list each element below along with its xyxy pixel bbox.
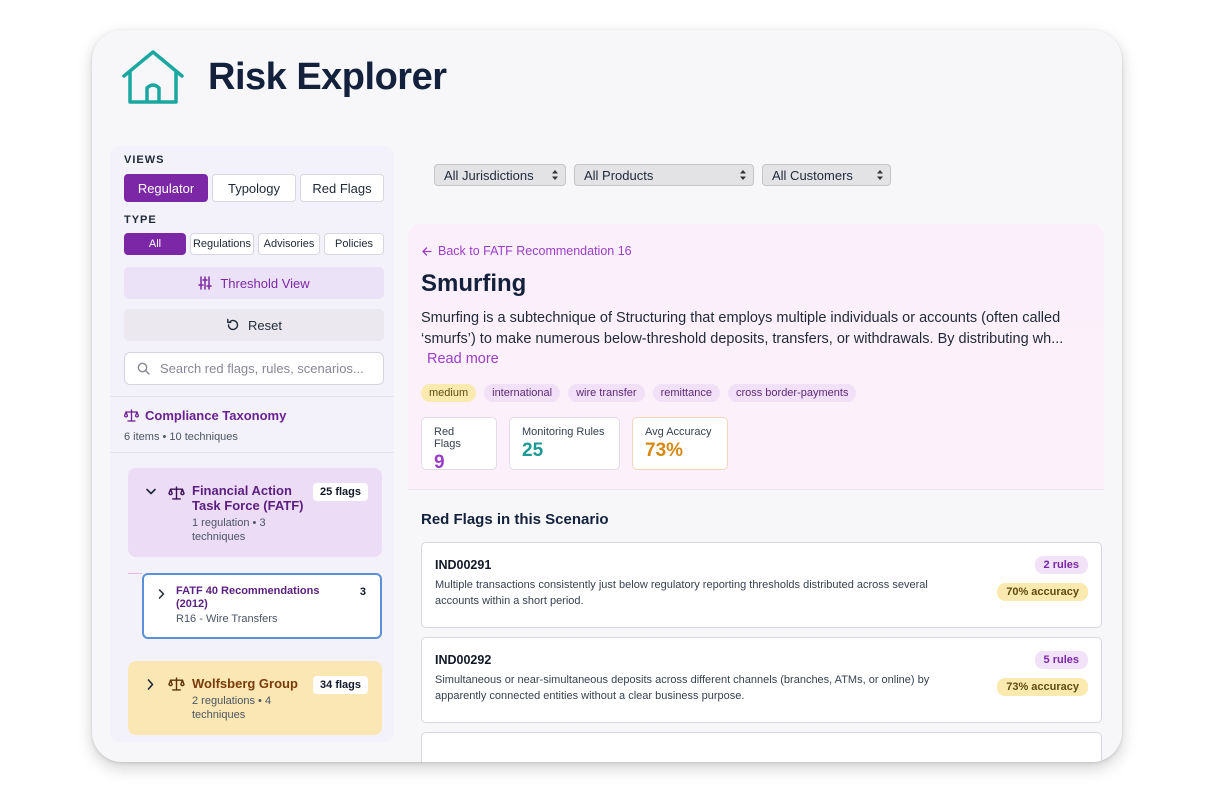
type-label: TYPE bbox=[124, 214, 157, 226]
reset-button[interactable]: Reset bbox=[124, 309, 384, 341]
threshold-view-button[interactable]: Threshold View bbox=[124, 267, 384, 299]
jurisdiction-value: All Jurisdictions bbox=[444, 167, 534, 183]
red-flag-card[interactable] bbox=[421, 732, 1102, 762]
tag: international bbox=[484, 384, 561, 402]
tag: cross border-payments bbox=[727, 384, 857, 402]
tree-connector bbox=[128, 573, 142, 574]
scenario-detail-panel: Back to FATF Recommendation 16 Smurfing … bbox=[408, 224, 1104, 489]
group-wolfsberg[interactable]: Wolfsberg Group 2 regulations • 4 techni… bbox=[128, 661, 382, 735]
rules-badge: 5 rules bbox=[1034, 651, 1088, 669]
sidebar: VIEWS Regulator Typology Red Flags TYPE … bbox=[110, 146, 394, 742]
stats-row: Red Flags 9 Monitoring Rules 25 Avg Accu… bbox=[421, 417, 728, 473]
reset-label: Reset bbox=[248, 317, 282, 333]
group-fatf[interactable]: Financial Action Task Force (FATF) 1 reg… bbox=[128, 468, 382, 557]
divider bbox=[110, 396, 394, 397]
red-flag-description: Multiple transactions consistently just … bbox=[435, 579, 928, 607]
products-value: All Products bbox=[584, 167, 654, 183]
accuracy-badge: 73% accuracy bbox=[997, 678, 1088, 696]
flags-badge: 25 flags bbox=[313, 483, 368, 501]
select-arrows-icon bbox=[552, 170, 558, 180]
red-flag-id: IND00291 bbox=[435, 558, 492, 572]
sliders-icon bbox=[198, 276, 213, 290]
scenario-description: Smurfing is a subtechnique of Structurin… bbox=[421, 310, 1064, 347]
chevron-right-icon[interactable] bbox=[158, 589, 165, 599]
red-flag-card[interactable]: IND00292 Simultaneous or near-simultaneo… bbox=[421, 637, 1102, 723]
jurisdiction-select[interactable]: All Jurisdictions bbox=[434, 164, 566, 186]
red-flags-heading: Red Flags in this Scenario bbox=[421, 511, 609, 528]
back-link-label: Back to FATF Recommendation 16 bbox=[438, 244, 632, 258]
flags-badge: 34 flags bbox=[313, 676, 368, 694]
select-arrows-icon bbox=[740, 170, 746, 180]
red-flag-description: Simultaneous or near-simultaneous deposi… bbox=[435, 674, 930, 702]
tag: remittance bbox=[652, 384, 720, 402]
scenario-title: Smurfing bbox=[421, 270, 527, 297]
chevron-down-icon[interactable] bbox=[146, 488, 156, 496]
view-typology-button[interactable]: Typology bbox=[212, 174, 296, 202]
taxonomy-title: Compliance Taxonomy bbox=[145, 408, 287, 423]
severity-tag: medium bbox=[421, 384, 477, 402]
stat-red-flags: Red Flags 9 bbox=[421, 417, 497, 473]
stat-avg-accuracy: Avg Accuracy 73% bbox=[632, 417, 728, 470]
accuracy-badge: 70% accuracy bbox=[997, 583, 1088, 601]
sub-item-count: 3 bbox=[359, 586, 366, 598]
group-title: Wolfsberg Group bbox=[192, 676, 298, 691]
app-window: Risk Explorer VIEWS Regulator Typology R… bbox=[92, 30, 1122, 762]
search-icon bbox=[137, 362, 150, 375]
scale-icon bbox=[168, 677, 185, 691]
tag-list: medium international wire transfer remit… bbox=[421, 384, 857, 402]
scale-icon bbox=[168, 486, 185, 500]
red-flag-id: IND00292 bbox=[435, 653, 492, 667]
app-title: Risk Explorer bbox=[208, 56, 447, 98]
search-box bbox=[124, 352, 384, 385]
taxonomy-subtitle: 6 items • 10 techniques bbox=[124, 431, 238, 443]
group-subtitle: 1 regulation • 3 techniques bbox=[192, 517, 266, 543]
stat-monitoring-rules: Monitoring Rules 25 bbox=[509, 417, 620, 470]
sub-item-title: FATF 40 Recommendations (2012) bbox=[176, 585, 320, 610]
type-advisories-button[interactable]: Advisories bbox=[258, 233, 320, 255]
divider bbox=[408, 489, 1104, 490]
read-more-link[interactable]: Read more bbox=[427, 351, 499, 367]
rules-badge: 2 rules bbox=[1034, 556, 1088, 574]
compliance-taxonomy[interactable]: Compliance Taxonomy 6 items • 10 techniq… bbox=[124, 408, 286, 443]
customers-select[interactable]: All Customers bbox=[762, 164, 891, 186]
sub-item-subtitle: R16 - Wire Transfers bbox=[176, 613, 278, 625]
back-link[interactable]: Back to FATF Recommendation 16 bbox=[422, 244, 632, 258]
view-red-flags-button[interactable]: Red Flags bbox=[300, 174, 384, 202]
reset-icon bbox=[227, 318, 239, 331]
sub-item-fatf-40[interactable]: FATF 40 Recommendations (2012) R16 - Wir… bbox=[142, 573, 382, 639]
select-arrows-icon bbox=[877, 170, 883, 180]
type-regulations-button[interactable]: Regulations bbox=[190, 233, 254, 255]
arrow-left-icon bbox=[422, 246, 432, 256]
view-regulator-button[interactable]: Regulator bbox=[124, 174, 208, 202]
tag: wire transfer bbox=[568, 384, 645, 402]
products-select[interactable]: All Products bbox=[574, 164, 754, 186]
red-flag-card[interactable]: IND00291 Multiple transactions consisten… bbox=[421, 542, 1102, 628]
group-subtitle: 2 regulations • 4 techniques bbox=[192, 695, 272, 721]
views-label: VIEWS bbox=[124, 154, 165, 166]
type-all-button[interactable]: All bbox=[124, 233, 186, 255]
search-input[interactable] bbox=[160, 361, 380, 376]
home-icon bbox=[122, 50, 184, 104]
customers-value: All Customers bbox=[772, 167, 853, 183]
type-policies-button[interactable]: Policies bbox=[324, 233, 384, 255]
chevron-right-icon[interactable] bbox=[147, 679, 154, 690]
group-title: Financial Action Task Force (FATF) bbox=[192, 483, 304, 513]
scale-icon bbox=[124, 409, 139, 422]
threshold-view-label: Threshold View bbox=[220, 275, 310, 291]
divider bbox=[110, 452, 394, 453]
